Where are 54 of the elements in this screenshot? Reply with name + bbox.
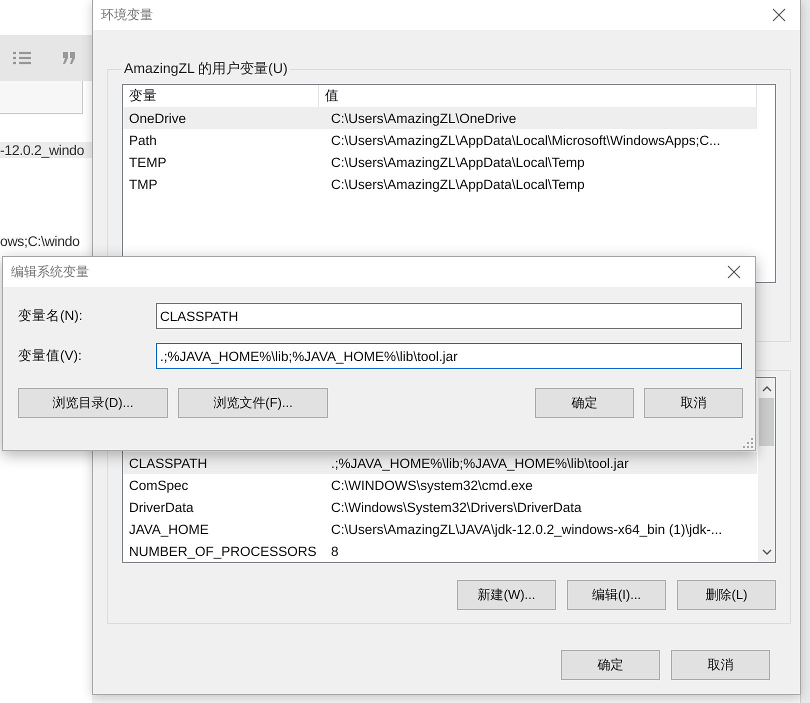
variable-value: C:\Windows\System32\Drivers\DriverData — [330, 500, 582, 514]
editor-tab[interactable] — [0, 81, 83, 114]
scroll-down-icon[interactable] — [762, 549, 772, 555]
variable-name: OneDrive — [128, 110, 188, 126]
dialog-title: 编辑系统变量 — [11, 263, 89, 281]
browse-button[interactable]: 浏览文件(F)... — [178, 388, 328, 418]
variable-value: C:\WINDOWS\system32\cmd.exe — [330, 478, 533, 492]
window-title: 环境变量 — [101, 6, 153, 24]
quote-icon[interactable] — [62, 51, 76, 65]
variable-name: ComSpec — [128, 478, 190, 492]
field-label: 变量值(V): — [18, 347, 83, 365]
cancel-button[interactable]: 取消 — [671, 650, 770, 680]
list-action-button[interactable]: 编辑(I)... — [567, 580, 666, 610]
variable-name: Path — [128, 132, 158, 148]
ok-button[interactable]: 确定 — [561, 650, 660, 680]
list-action-button[interactable]: 新建(W)... — [457, 580, 556, 610]
ok-button[interactable]: 确定 — [535, 388, 634, 418]
scrollbar[interactable] — [758, 378, 775, 562]
scroll-up-icon[interactable] — [762, 386, 772, 392]
variable-name: CLASSPATH — [128, 456, 208, 470]
variable-name: NUMBER_OF_PROCESSORS — [128, 544, 318, 558]
variable-row[interactable]: JAVA_HOME C:\Users\AmazingZL\JAVA\jdk-12.0.2_windows-x64_bin (1)\jdk-... — [123, 518, 757, 540]
variable-row[interactable]: TEMP C:\Users\AmazingZL\AppData\Local\Temp — [123, 151, 757, 173]
close-button[interactable] — [770, 6, 788, 24]
field-label: 变量名(N): — [18, 307, 84, 325]
cancel-button[interactable]: 取消 — [644, 388, 743, 418]
variable-value: C:\Users\AmazingZL\JAVA\jdk-12.0.2_windows-x64_bin (1)\jdk-... — [330, 522, 722, 536]
scroll-thumb[interactable] — [759, 398, 774, 446]
variable-row[interactable]: DriverData C:\Windows\System32\Drivers\DriverData — [123, 496, 757, 518]
close-button[interactable] — [725, 263, 743, 281]
variable-row[interactable]: NUMBER_OF_PROCESSORS 8 — [123, 540, 757, 562]
resize-grip-icon[interactable] — [743, 438, 753, 448]
variable-name: DriverData — [128, 500, 195, 514]
variable-row[interactable]: CLASSPATH .;%JAVA_HOME%\lib;%JAVA_HOME%\lib\tool.jar — [123, 452, 757, 474]
list-icon[interactable] — [12, 51, 32, 65]
variable-row[interactable]: Path C:\Users\AmazingZL\AppData\Local\Microsoft\WindowsApps;C... — [123, 129, 757, 151]
input-field[interactable]: .;%JAVA_HOME%\lib;%JAVA_HOME%\lib\tool.jar — [156, 343, 742, 369]
variable-name: JAVA_HOME — [128, 522, 210, 536]
variable-row[interactable]: ComSpec C:\WINDOWS\system32\cmd.exe — [123, 474, 757, 496]
variable-value: C:\Users\AmazingZL\AppData\Local\Temp — [330, 154, 585, 170]
variable-value: .;%JAVA_HOME%\lib;%JAVA_HOME%\lib\tool.jar — [330, 456, 629, 470]
input-field[interactable]: CLASSPATH — [156, 303, 742, 329]
variable-value: C:\Users\AmazingZL\AppData\Local\Microsoft\WindowsApps;C... — [330, 132, 720, 148]
list-action-button[interactable]: 删除(L) — [677, 580, 776, 610]
variable-name: TMP — [128, 176, 158, 192]
variable-value: C:\Users\AmazingZL\AppData\Local\Temp — [330, 176, 585, 192]
variable-row[interactable]: OneDrive C:\Users\AmazingZL\OneDrive — [123, 107, 757, 129]
variable-value: C:\Users\AmazingZL\OneDrive — [330, 110, 516, 126]
code-line: ows;C:\windo — [0, 233, 81, 249]
variable-value: 8 — [330, 544, 339, 558]
group-label: AmazingZL 的用户变量(U) — [123, 60, 289, 78]
variable-name: TEMP — [128, 154, 168, 170]
browse-button[interactable]: 浏览目录(D)... — [18, 388, 168, 418]
variable-row[interactable]: TMP C:\Users\AmazingZL\AppData\Local\Temp — [123, 173, 757, 195]
